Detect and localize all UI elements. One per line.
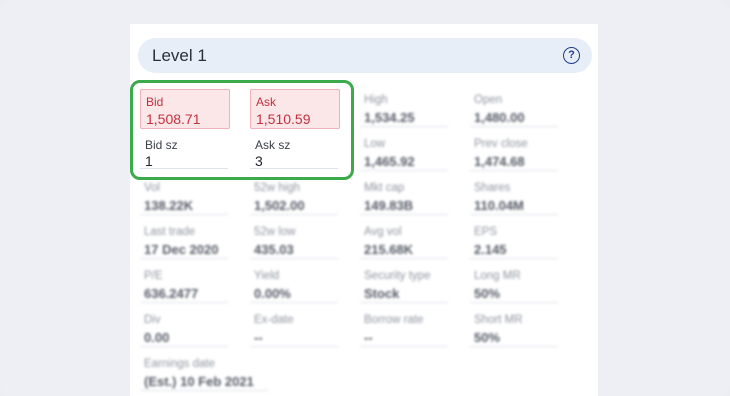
stat-vol: Vol 138.22K xyxy=(140,178,228,215)
ask-label: Ask xyxy=(256,95,277,109)
stat-value: -- xyxy=(254,330,263,345)
stat-label: Security type xyxy=(364,270,431,282)
stat-label: Yield xyxy=(254,270,280,282)
stat-avg-vol: Avg vol 215.68K xyxy=(360,222,448,259)
stat-high: High 1,534.25 xyxy=(360,90,448,127)
stat-value: 110.04M xyxy=(474,198,524,213)
stat-pe: P/E 636.2477 xyxy=(140,266,228,303)
stat-last-trade: Last trade 17 Dec 2020 xyxy=(140,222,228,259)
stat-value: 435.03 xyxy=(254,242,294,257)
stat-value: 50% xyxy=(474,286,501,301)
stat-value: 1,534.25 xyxy=(364,110,415,125)
stat-label: Mkt cap xyxy=(364,182,405,194)
stat-label: 52w high xyxy=(254,182,301,194)
stat-52w-high: 52w high 1,502.00 xyxy=(250,178,338,215)
stat-mkt-cap: Mkt cap 149.83B xyxy=(360,178,448,215)
stat-label: Open xyxy=(474,94,503,106)
stat-value: 215.68K xyxy=(364,242,414,257)
stat-value: 138.22K xyxy=(144,198,194,213)
stat-earnings-date: Earnings date (Est.) 10 Feb 2021 xyxy=(140,354,268,391)
stat-52w-low: 52w low 435.03 xyxy=(250,222,338,259)
stat-label: Borrow rate xyxy=(364,314,424,326)
stat-label: Ex-date xyxy=(254,314,294,326)
stat-div: Div 0.00 xyxy=(140,310,228,347)
stat-value: 636.2477 xyxy=(144,286,199,301)
stat-value: 1,502.00 xyxy=(254,198,305,213)
stat-value: 1,480.00 xyxy=(474,110,525,125)
bid-size-value: 1 xyxy=(145,153,153,169)
stat-value: 2.145 xyxy=(474,242,507,257)
help-icon[interactable]: ? xyxy=(563,47,580,64)
stat-open: Open 1,480.00 xyxy=(470,90,558,127)
stat-value: 0.00 xyxy=(144,330,170,345)
bid-size-label: Bid sz xyxy=(145,138,178,152)
stat-label: Short MR xyxy=(474,314,523,326)
stat-value: 0.00% xyxy=(254,286,291,301)
stat-value: Stock xyxy=(364,286,400,301)
stat-label: High xyxy=(364,94,388,106)
stat-shares: Shares 110.04M xyxy=(470,178,558,215)
ask-box: Ask 1,510.59 xyxy=(250,89,340,129)
stat-value: 1,465.92 xyxy=(364,154,415,169)
stat-label: Avg vol xyxy=(364,226,402,238)
stat-yield: Yield 0.00% xyxy=(250,266,338,303)
stat-label: Shares xyxy=(474,182,511,194)
stat-label: 52w low xyxy=(254,226,296,238)
bid-label: Bid xyxy=(146,95,164,109)
stat-value: 50% xyxy=(474,330,501,345)
ask-size-field: Ask sz 3 xyxy=(250,134,338,169)
stat-long-mr: Long MR 50% xyxy=(470,266,558,303)
panel-header: Level 1 ? xyxy=(138,38,592,73)
ask-value: 1,510.59 xyxy=(256,111,311,127)
stat-low: Low 1,465.92 xyxy=(360,134,448,171)
stat-value: 1,474.68 xyxy=(474,154,525,169)
stat-label: Long MR xyxy=(474,270,521,282)
stat-value: 149.83B xyxy=(364,198,414,213)
bid-size-field: Bid sz 1 xyxy=(140,134,228,169)
stat-label: P/E xyxy=(144,270,163,282)
stat-label: Earnings date xyxy=(144,358,215,370)
stat-ex-date: Ex-date -- xyxy=(250,310,338,347)
bid-value: 1,508.71 xyxy=(146,111,201,127)
stat-short-mr: Short MR 50% xyxy=(470,310,558,347)
stat-value: 17 Dec 2020 xyxy=(144,242,219,257)
stat-label: EPS xyxy=(474,226,498,238)
stat-value: -- xyxy=(364,330,373,345)
stat-borrow-rate: Borrow rate -- xyxy=(360,310,448,347)
panel-title: Level 1 xyxy=(152,46,207,65)
stat-label: Prev close xyxy=(474,138,528,150)
stat-label: Vol xyxy=(144,182,160,194)
stat-prev-close: Prev close 1,474.68 xyxy=(470,134,558,171)
stat-label: Low xyxy=(364,138,386,150)
stat-eps: EPS 2.145 xyxy=(470,222,558,259)
stat-security-type: Security type Stock xyxy=(360,266,448,303)
stat-value: (Est.) 10 Feb 2021 xyxy=(144,374,254,389)
bid-box: Bid 1,508.71 xyxy=(140,89,230,129)
ask-size-label: Ask sz xyxy=(255,138,291,152)
stat-label: Div xyxy=(144,314,161,326)
stat-label: Last trade xyxy=(144,226,196,238)
ask-size-value: 3 xyxy=(255,153,263,169)
